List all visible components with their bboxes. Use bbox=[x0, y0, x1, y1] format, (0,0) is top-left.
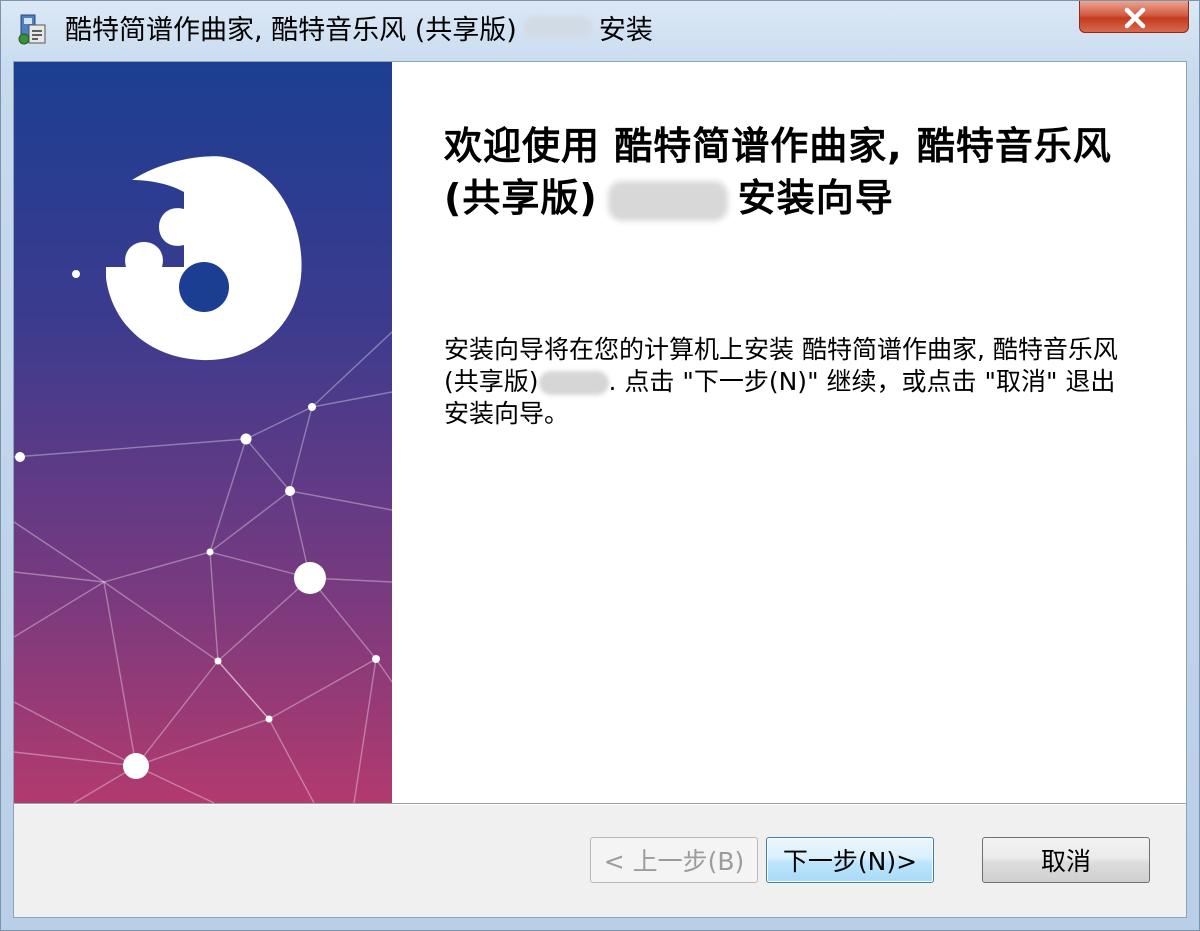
cancel-button[interactable]: 取消 bbox=[982, 837, 1150, 883]
window-title: 酷特简谱作曲家, 酷特音乐风 (共享版) 安装 bbox=[65, 7, 653, 47]
banner-graphic bbox=[14, 62, 392, 803]
redacted-version bbox=[538, 371, 609, 395]
welcome-description: 安装向导将在您的计算机上安装 酷特简谱作曲家, 酷特音乐风 (共享版). 点击 … bbox=[444, 334, 1134, 430]
back-button[interactable]: < 上一步(B) bbox=[590, 837, 758, 883]
window-title-text: 酷特简谱作曲家, 酷特音乐风 (共享版) bbox=[65, 14, 517, 46]
welcome-title-suffix: 安装向导 bbox=[737, 176, 894, 220]
side-banner bbox=[14, 62, 392, 803]
installer-content: 欢迎使用 酷特简谱作曲家, 酷特音乐风 (共享版) 安装向导 安装向导将在您的计算… bbox=[13, 61, 1187, 918]
title-bar[interactable]: 酷特简谱作曲家, 酷特音乐风 (共享版) 安装 bbox=[1, 1, 1200, 57]
redacted-version bbox=[607, 180, 728, 221]
next-button[interactable]: 下一步(N)> bbox=[766, 837, 934, 883]
installer-window: 酷特简谱作曲家, 酷特音乐风 (共享版) 安装 欢迎使用 酷特简谱作曲家, 酷特… bbox=[0, 0, 1200, 931]
window-title-suffix: 安装 bbox=[598, 14, 653, 46]
footer-divider-highlight bbox=[14, 804, 1186, 805]
close-icon bbox=[1124, 7, 1146, 29]
redacted-version bbox=[522, 16, 593, 38]
welcome-panel: 欢迎使用 酷特简谱作曲家, 酷特音乐风 (共享版) 安装向导 安装向导将在您的计算… bbox=[392, 62, 1186, 803]
installer-icon bbox=[18, 14, 46, 45]
close-button[interactable] bbox=[1079, 1, 1189, 33]
welcome-title: 欢迎使用 酷特简谱作曲家, 酷特音乐风 (共享版) 安装向导 bbox=[444, 120, 1144, 224]
